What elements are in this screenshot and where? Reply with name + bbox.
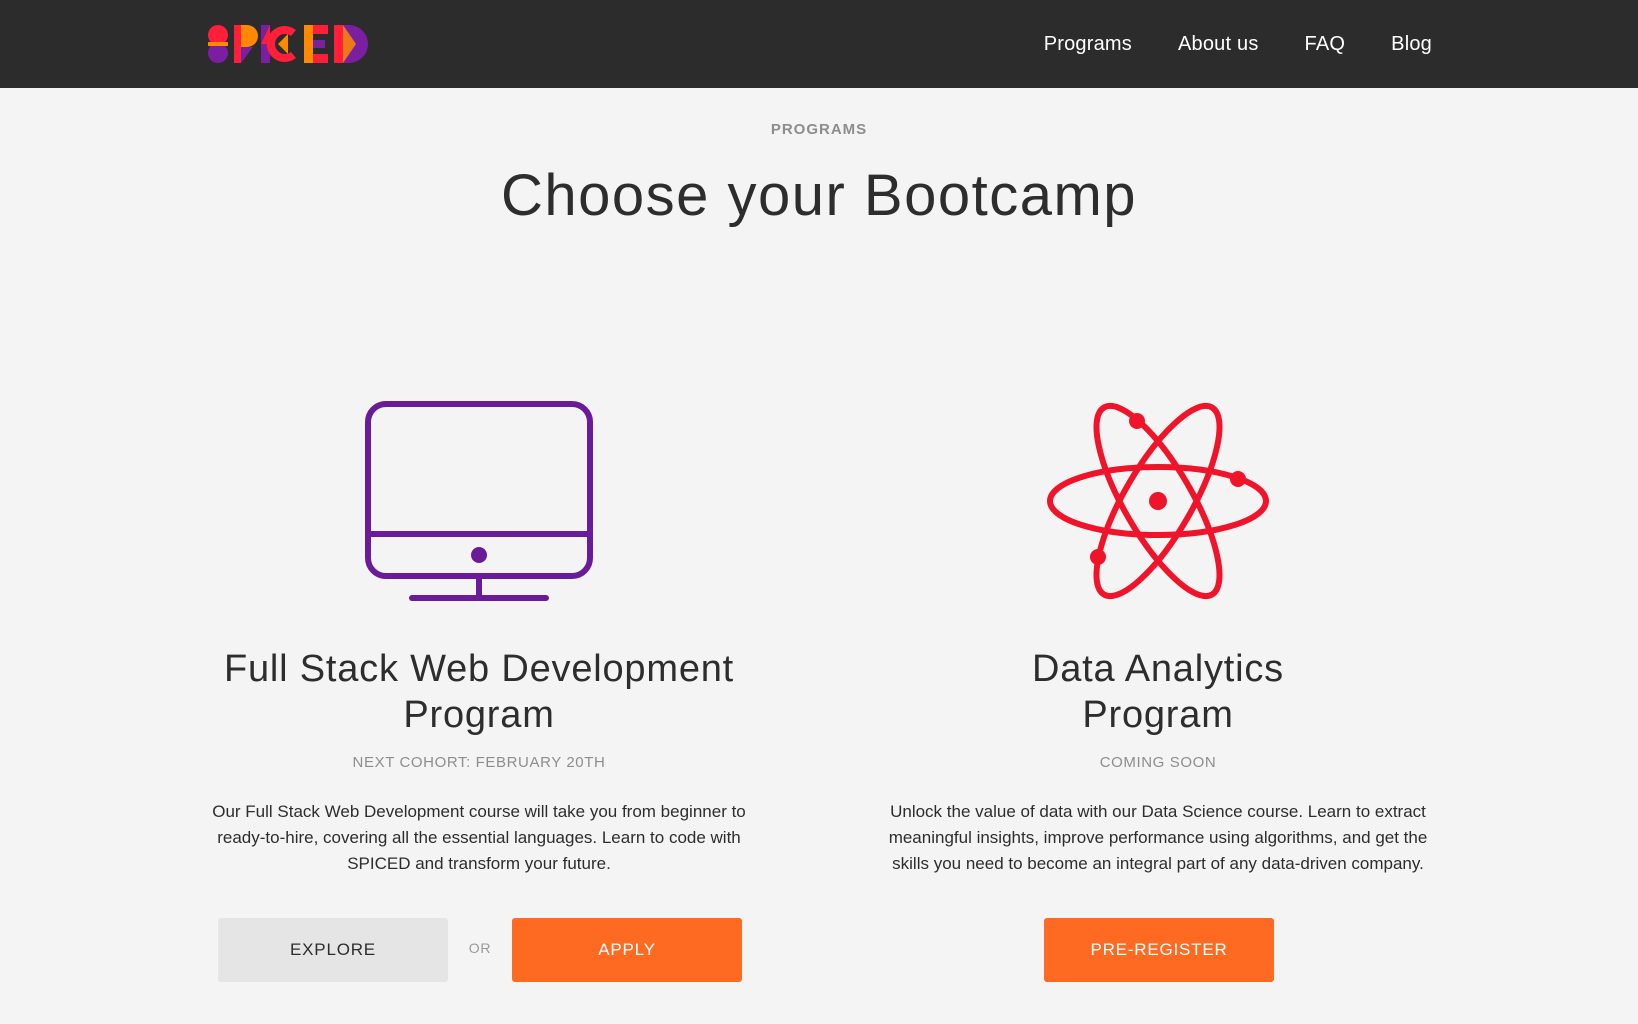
pre-register-button[interactable]: PRE-REGISTER xyxy=(1044,918,1274,982)
program-title-line-2: Program xyxy=(1082,694,1234,736)
coming-soon-label: COMING SOON xyxy=(1099,754,1217,771)
next-cohort-label: NEXT COHORT: FEBRUARY 20TH xyxy=(352,754,606,771)
page-title: Choose your Bootcamp xyxy=(500,163,1138,228)
top-navigation-bar: Programs About us FAQ Blog xyxy=(0,0,1638,88)
nav-link-programs[interactable]: Programs xyxy=(1044,33,1132,56)
program-description: Unlock the value of data with our Data S… xyxy=(888,802,1428,873)
spiced-logo[interactable] xyxy=(204,24,384,64)
nav-link-blog[interactable]: Blog xyxy=(1391,33,1432,56)
monitor-icon xyxy=(365,401,593,601)
atom-icon xyxy=(1047,402,1269,600)
program-card-data-analytics: Data Analytics Program COMING SOON Unloc… xyxy=(863,400,1453,877)
main-nav: Programs About us FAQ Blog xyxy=(1044,0,1432,88)
program-description: Our Full Stack Web Development course wi… xyxy=(212,802,746,873)
program-title-line-1: Data Analytics xyxy=(1032,648,1284,690)
program-title: Full Stack Web Development Program xyxy=(184,646,774,738)
nav-link-about-us[interactable]: About us xyxy=(1178,33,1259,56)
or-separator: OR xyxy=(468,940,492,956)
apply-button[interactable]: APPLY xyxy=(512,918,742,982)
program-title-line-2: Program xyxy=(403,694,555,736)
program-title-line-1: Full Stack Web Development xyxy=(223,648,735,690)
program-title: Data Analytics Program xyxy=(863,646,1453,738)
section-eyebrow: PROGRAMS xyxy=(770,121,868,138)
nav-link-faq[interactable]: FAQ xyxy=(1305,33,1346,56)
explore-button[interactable]: EXPLORE xyxy=(218,918,448,982)
program-card-web-development: Full Stack Web Development Program NEXT … xyxy=(184,400,774,877)
